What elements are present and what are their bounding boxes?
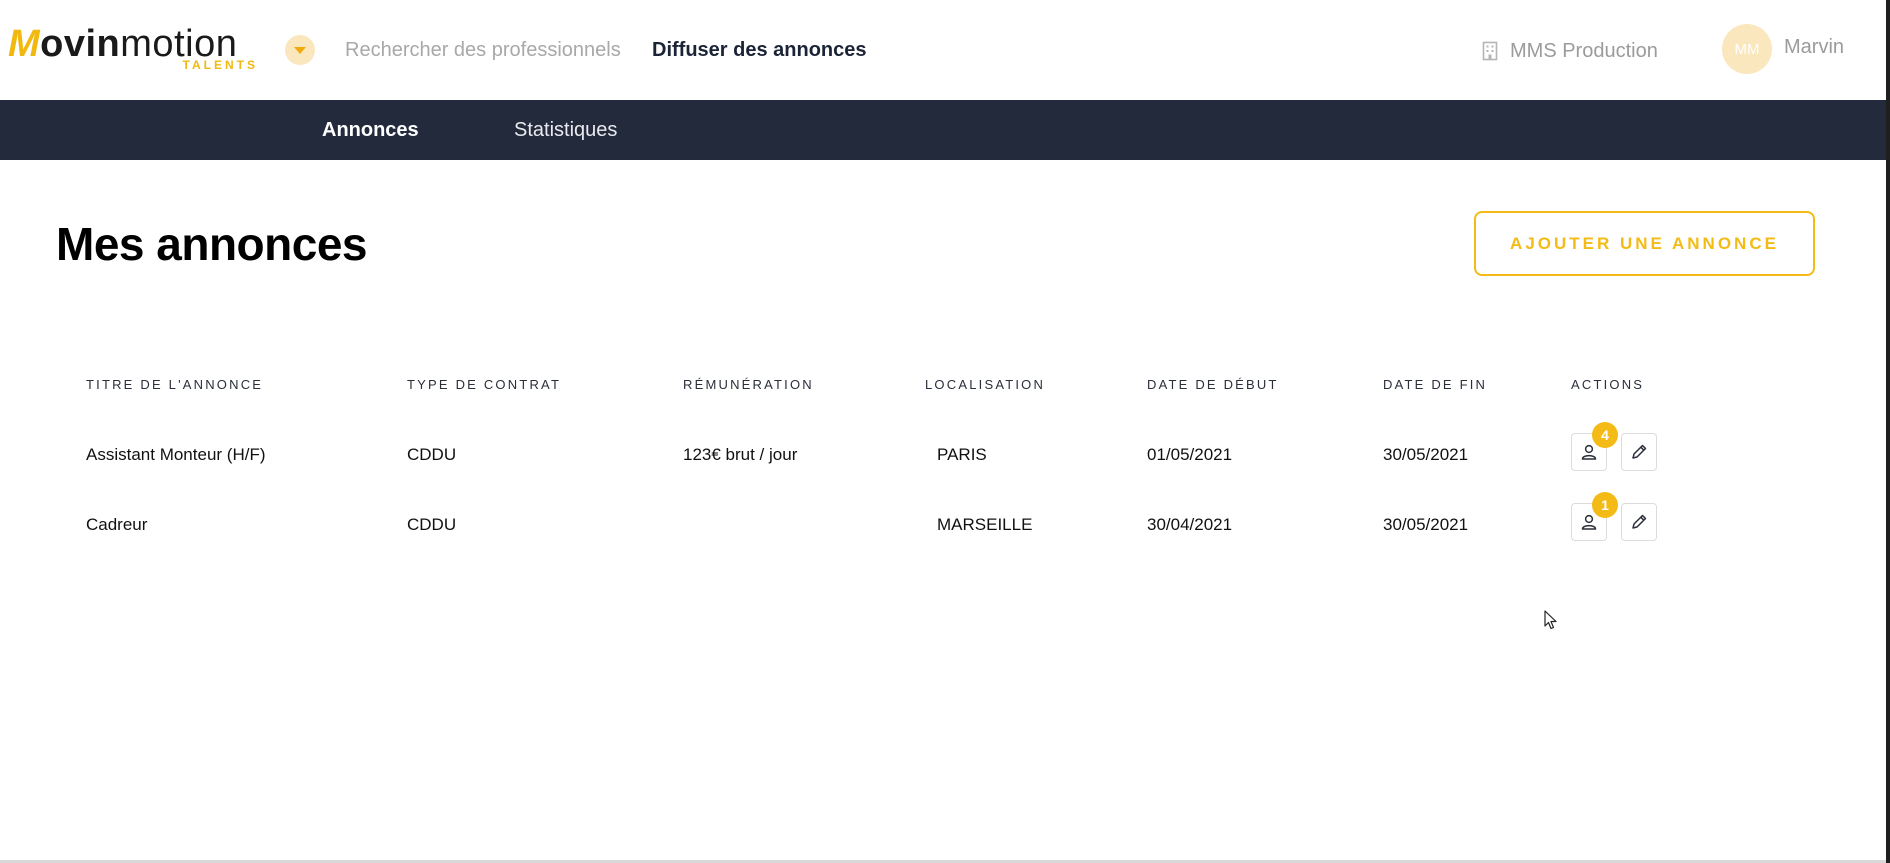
cell-contract: CDDU: [407, 445, 457, 464]
chevron-down-icon: [294, 46, 306, 54]
nav-search-professionals[interactable]: Rechercher des professionnels: [345, 38, 621, 62]
column-header-end-date: DATE DE FIN: [1383, 377, 1488, 392]
cell-start-date: 01/05/2021: [1147, 445, 1233, 464]
user-name: Marvin: [1784, 35, 1845, 58]
cell-end-date: 30/05/2021: [1383, 445, 1469, 464]
column-header-actions: ACTIONS: [1571, 377, 1645, 392]
user-icon: [1581, 444, 1597, 460]
nav-publish-ads[interactable]: Diffuser des annonces: [652, 38, 867, 62]
column-header-title: TITRE DE L'ANNONCE: [86, 377, 264, 392]
edit-ad-button[interactable]: [1621, 503, 1657, 541]
tab-annonces[interactable]: Annonces: [322, 118, 419, 142]
movinmotion-logo[interactable]: Movinmotion TALENTS: [8, 22, 258, 72]
edit-ad-button[interactable]: [1621, 433, 1657, 471]
cell-pay: 123€ brut / jour: [683, 445, 798, 464]
column-header-pay: RÉMUNÉRATION: [683, 377, 814, 392]
top-navigation: Movinmotion TALENTS Rechercher des profe…: [0, 0, 1886, 100]
company-name: MMS Production: [1510, 39, 1658, 62]
cell-title: Assistant Monteur (H/F): [86, 445, 266, 464]
avatar: MM: [1722, 24, 1772, 74]
user-menu[interactable]: MM Marvin: [1722, 24, 1844, 74]
building-icon: [1482, 41, 1498, 61]
pencil-icon: [1632, 514, 1647, 529]
candidates-count-badge: 1: [1592, 492, 1618, 518]
user-icon: [1581, 514, 1597, 530]
column-header-location: LOCALISATION: [925, 377, 1046, 392]
app-window: Movinmotion TALENTS Rechercher des profe…: [0, 0, 1886, 863]
cell-title: Cadreur: [86, 515, 148, 534]
pencil-icon: [1632, 444, 1647, 459]
cell-location: MARSEILLE: [937, 515, 1033, 534]
column-header-contract: TYPE DE CONTRAT: [407, 377, 562, 392]
cell-contract: CDDU: [407, 515, 457, 534]
sub-navigation: Annonces Statistiques: [0, 100, 1886, 160]
column-header-start-date: DATE DE DÉBUT: [1147, 377, 1279, 392]
cell-start-date: 30/04/2021: [1147, 515, 1233, 534]
tab-statistiques[interactable]: Statistiques: [514, 118, 617, 142]
cell-end-date: 30/05/2021: [1383, 515, 1469, 534]
add-ad-button[interactable]: AJOUTER UNE ANNONCE: [1474, 211, 1815, 276]
candidates-count-badge: 4: [1592, 422, 1618, 448]
logo-subtitle: TALENTS: [182, 58, 258, 72]
product-switcher-button[interactable]: [285, 35, 315, 65]
mouse-cursor-icon: [1544, 610, 1557, 630]
page-title: Mes annonces: [56, 218, 368, 270]
company-selector[interactable]: MMS Production: [1482, 38, 1658, 64]
window-edge: [1886, 0, 1890, 863]
cell-location: PARIS: [937, 445, 987, 464]
